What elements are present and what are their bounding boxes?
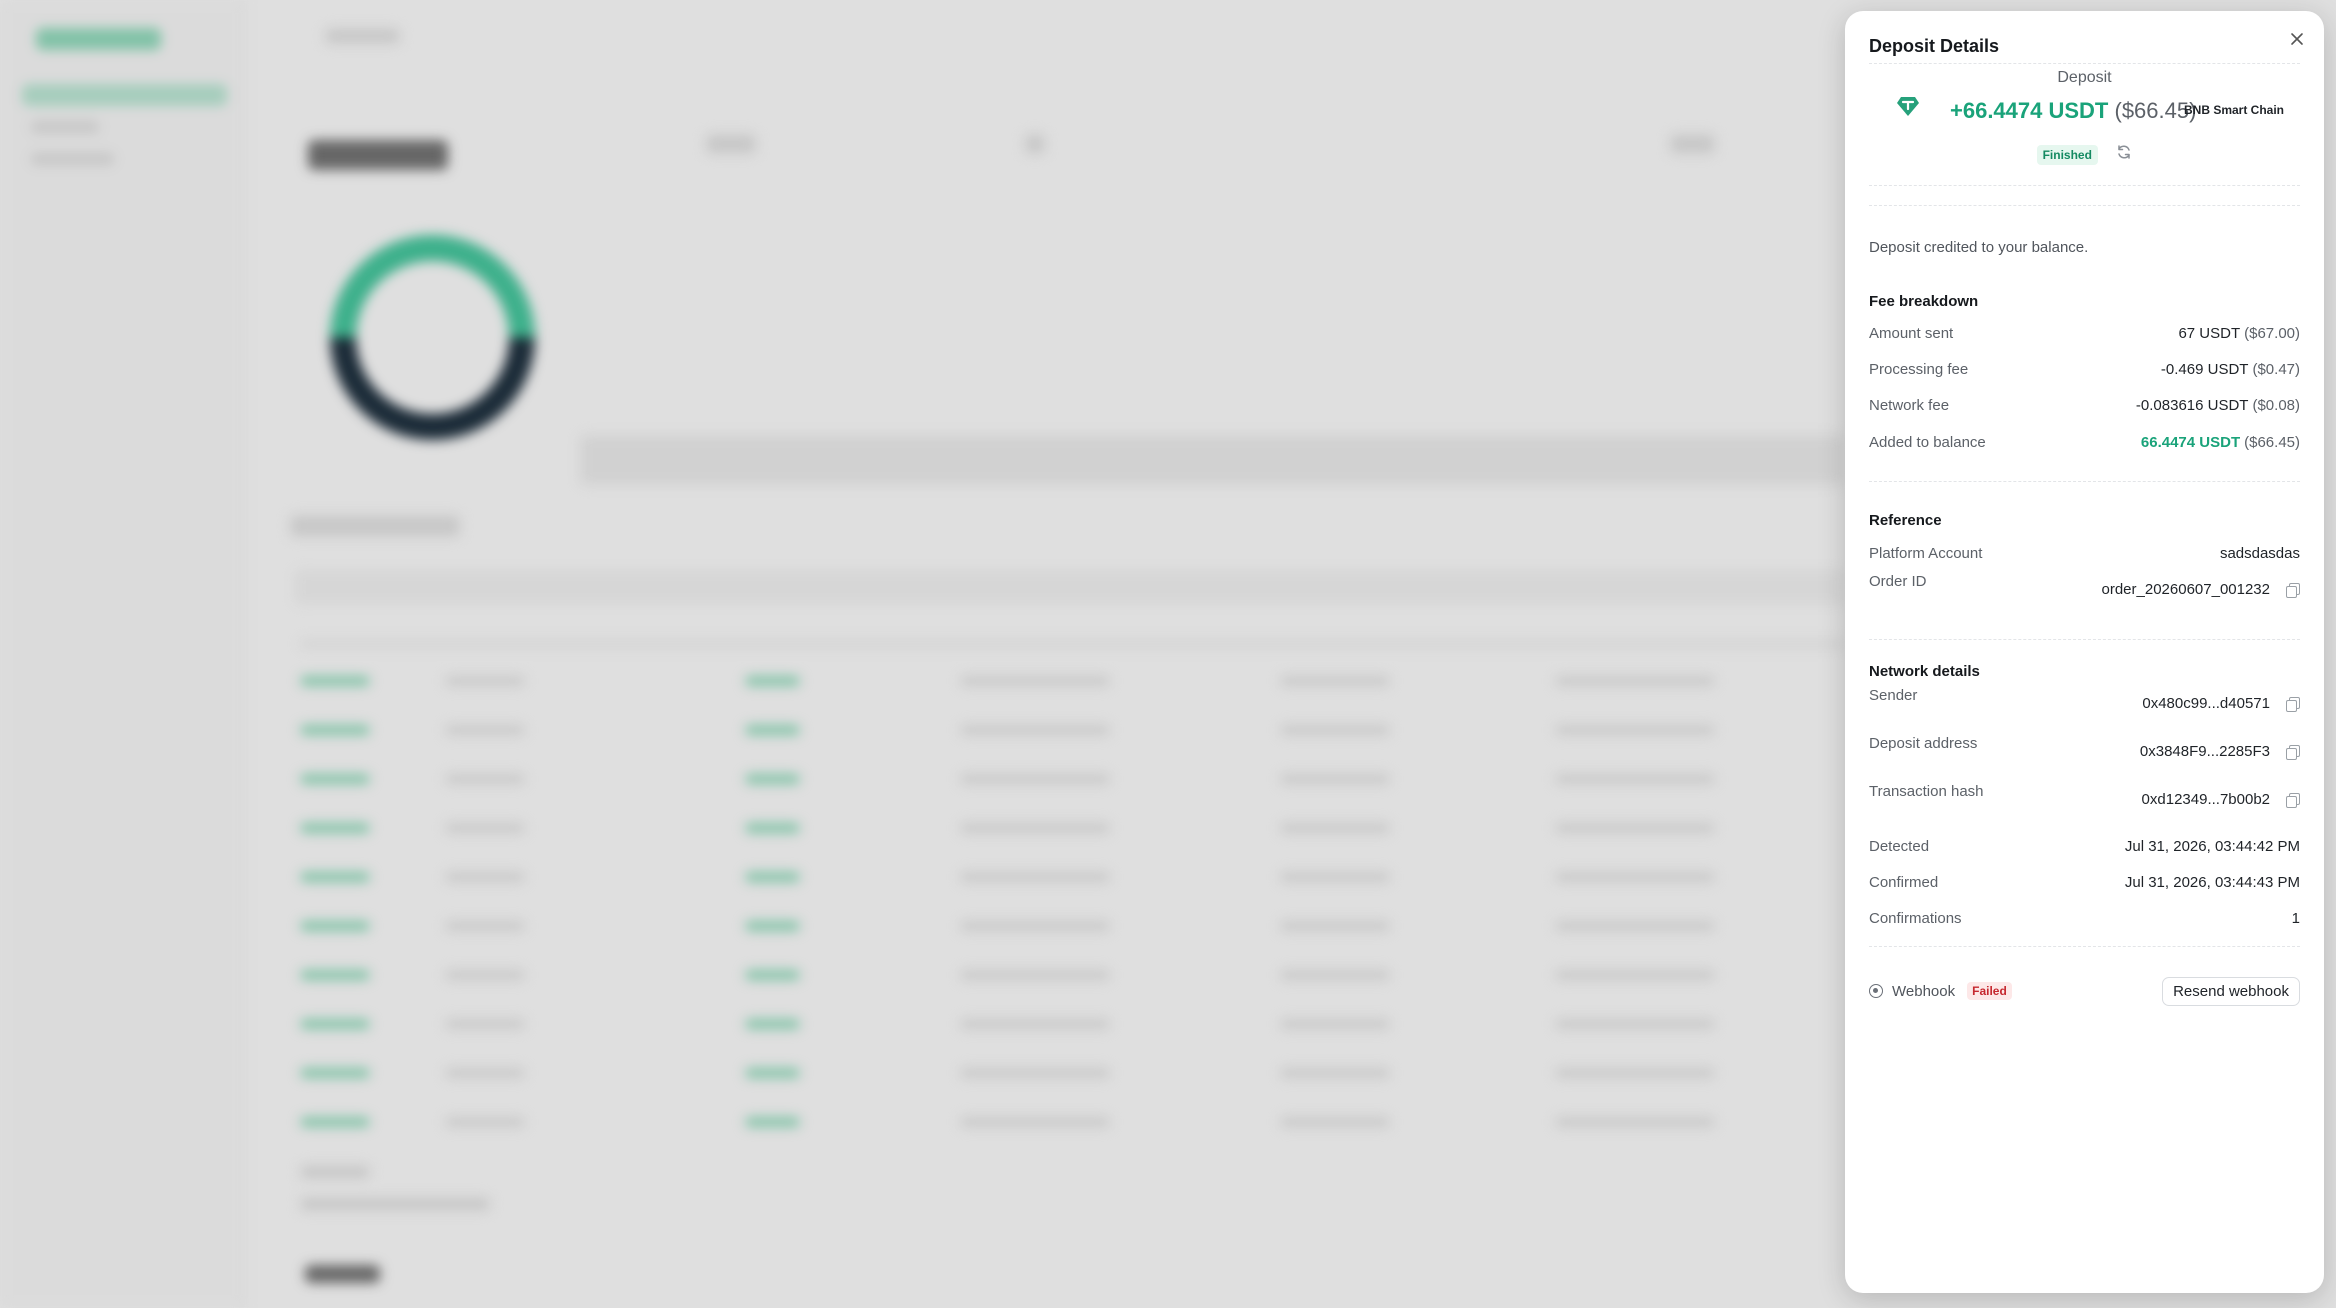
- confirmed-label: Confirmed: [1869, 873, 1939, 891]
- fee-row-amount: -0.083616 USDT: [2135, 396, 2249, 414]
- divider: [1869, 185, 2300, 186]
- amount-row: +66.4474 USDT ($66.45) BNB Smart Chain: [1869, 91, 2300, 131]
- fee-row-value: 66.4474 USDT ($66.45): [2141, 434, 2300, 451]
- webhook-row: Webhook Failed Resend webhook: [1869, 976, 2300, 1006]
- network-details-title: Network details: [1869, 663, 1980, 680]
- chain-badge: BNB Smart Chain: [2183, 103, 2284, 117]
- divider: [1869, 205, 2300, 206]
- status-row: Finished: [1845, 144, 2324, 165]
- fee-row-network-fee: Network fee -0.083616 USDT ($0.08): [1869, 395, 2300, 415]
- order-id-row: Order ID order_20260607_001232: [1869, 573, 2300, 603]
- webhook-status-badge: Failed: [1967, 982, 2012, 1000]
- detected-label: Detected: [1869, 837, 1930, 855]
- divider: [1869, 946, 2300, 947]
- fee-row-value: -0.469 USDT ($0.47): [2161, 361, 2300, 378]
- transaction-hash-value: 0xd12349...7b00b2: [2142, 791, 2300, 808]
- order-id-label: Order ID: [1869, 573, 1927, 590]
- sender-label: Sender: [1869, 687, 1918, 704]
- transaction-kind: Deposit: [2057, 69, 2112, 86]
- sender-row: Sender 0x480c99...d40571: [1869, 687, 2300, 717]
- fee-row-label: Processing fee: [1869, 360, 1969, 378]
- fee-row-added-to-balance: Added to balance 66.4474 USDT ($66.45): [1869, 432, 2300, 452]
- deposit-details-panel: Deposit Details Deposit +66.4474 USDT ($…: [1845, 11, 2324, 1293]
- platform-account-row: Platform Account sadsdasdas: [1869, 543, 2300, 563]
- sender-text: 0x480c99...d40571: [2142, 695, 2270, 712]
- deposit-address-row: Deposit address 0x3848F9...2285F3: [1869, 735, 2300, 765]
- copy-icon[interactable]: [2286, 744, 2300, 760]
- fee-row-amount: -0.469 USDT: [2160, 360, 2249, 378]
- fee-row-label: Network fee: [1869, 396, 1950, 414]
- confirmations-row: Confirmations 1: [1869, 908, 2300, 928]
- fee-row-label: Added to balance: [1869, 433, 1986, 451]
- status-badge: Finished: [2036, 144, 2098, 165]
- webhook-icon: [1869, 984, 1883, 998]
- sender-value: 0x480c99...d40571: [2142, 695, 2300, 712]
- platform-account-label: Platform Account: [1869, 544, 1983, 562]
- close-button[interactable]: [2284, 26, 2310, 52]
- fee-row-value: 67 USDT ($67.00): [2178, 325, 2300, 342]
- fee-row-amount-sent: Amount sent 67 USDT ($67.00): [1869, 323, 2300, 343]
- deposit-address-value: 0x3848F9...2285F3: [2140, 743, 2300, 760]
- resend-webhook-button[interactable]: Resend webhook: [2162, 976, 2300, 1006]
- detected-value: Jul 31, 2026, 03:44:42 PM: [2124, 837, 2300, 855]
- webhook-label: Webhook: [1892, 982, 1956, 1000]
- panel-title: Deposit Details: [1869, 36, 2000, 56]
- usdt-diamond-icon: [1897, 97, 1919, 116]
- deposit-amount: +66.4474 USDT ($66.45): [1950, 98, 2196, 124]
- reference-title: Reference: [1869, 512, 1942, 529]
- confirmations-value: 1: [2291, 909, 2300, 927]
- transaction-hash-label: Transaction hash: [1869, 783, 1984, 800]
- transaction-hash-text: 0xd12349...7b00b2: [2141, 791, 2270, 808]
- deposit-address-label: Deposit address: [1869, 735, 1978, 752]
- fee-row-processing-fee: Processing fee -0.469 USDT ($0.47): [1869, 359, 2300, 379]
- platform-account-value: sadsdasdas: [2219, 544, 2300, 562]
- copy-icon[interactable]: [2286, 792, 2300, 808]
- fee-breakdown-title: Fee breakdown: [1869, 293, 1979, 310]
- fee-row-fiat: ($67.00): [2244, 324, 2300, 342]
- fee-row-fiat: ($66.45): [2244, 433, 2300, 451]
- order-id-text: order_20260607_001232: [2101, 581, 2271, 598]
- deposit-address-text: 0x3848F9...2285F3: [2139, 743, 2270, 760]
- deposit-note: Deposit credited to your balance.: [1869, 239, 2089, 256]
- divider: [1869, 639, 2300, 640]
- fee-row-fiat: ($0.08): [2252, 396, 2300, 414]
- confirmations-label: Confirmations: [1869, 909, 1962, 927]
- fee-row-amount: 67 USDT: [2178, 324, 2241, 342]
- close-icon: [2291, 33, 2303, 45]
- fee-row-value: -0.083616 USDT ($0.08): [2136, 397, 2300, 414]
- confirmed-row: Confirmed Jul 31, 2026, 03:44:43 PM: [1869, 872, 2300, 892]
- fee-row-fiat: ($0.47): [2252, 360, 2300, 378]
- fee-row-label: Amount sent: [1869, 324, 1954, 342]
- confirmed-value: Jul 31, 2026, 03:44:43 PM: [2124, 873, 2300, 891]
- header-divider: [1869, 63, 2300, 64]
- divider: [1869, 481, 2300, 482]
- fee-row-amount: 66.4474 USDT: [2140, 433, 2241, 451]
- deposit-amount-value: +66.4474 USDT: [1950, 98, 2109, 123]
- copy-icon[interactable]: [2286, 696, 2300, 712]
- detected-row: Detected Jul 31, 2026, 03:44:42 PM: [1869, 836, 2300, 856]
- transaction-hash-row: Transaction hash 0xd12349...7b00b2: [1869, 783, 2300, 813]
- copy-icon[interactable]: [2286, 582, 2300, 598]
- refresh-icon[interactable]: [2116, 144, 2132, 165]
- order-id-value: order_20260607_001232: [2101, 581, 2300, 598]
